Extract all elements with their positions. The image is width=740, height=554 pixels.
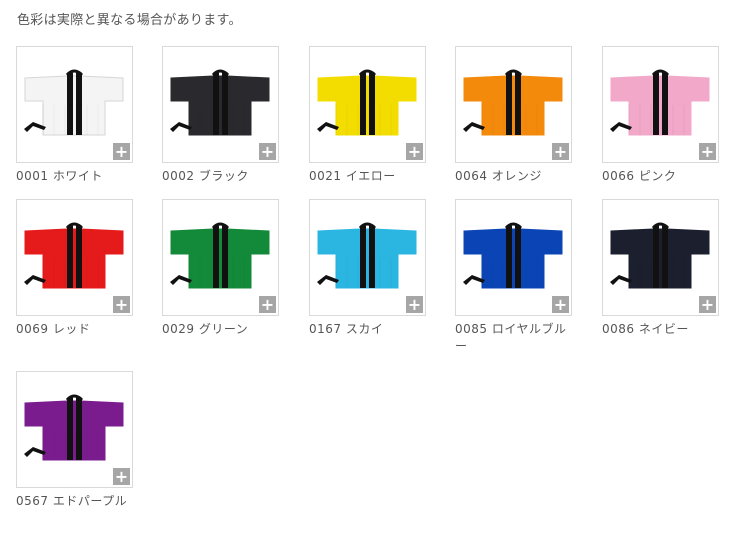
swatch-thumbnail[interactable]: + — [162, 46, 279, 163]
color-disclaimer: 色彩は実際と異なる場合があります。 — [17, 13, 242, 28]
plus-icon[interactable]: + — [552, 296, 569, 313]
plus-icon[interactable]: + — [113, 468, 130, 485]
color-swatch[interactable]: +0086 ネイビー — [602, 199, 719, 338]
swatch-thumbnail[interactable]: + — [16, 371, 133, 488]
swatch-thumbnail[interactable]: + — [162, 199, 279, 316]
swatch-label: 0069 レッド — [16, 322, 91, 336]
swatch-thumbnail[interactable]: + — [455, 199, 572, 316]
swatch-thumbnail[interactable]: + — [602, 46, 719, 163]
color-swatch[interactable]: +0001 ホワイト — [16, 46, 133, 185]
color-swatch[interactable]: +0002 ブラック — [162, 46, 279, 185]
swatch-label: 0085 ロイヤルブルー — [455, 322, 567, 353]
color-swatch[interactable]: +0085 ロイヤルブルー — [455, 199, 572, 355]
swatch-label: 0066 ピンク — [602, 169, 677, 183]
color-swatch[interactable]: +0021 イエロー — [309, 46, 426, 185]
swatch-thumbnail[interactable]: + — [16, 46, 133, 163]
swatch-label: 0021 イエロー — [309, 169, 396, 183]
swatch-label: 0001 ホワイト — [16, 169, 103, 183]
plus-icon[interactable]: + — [113, 296, 130, 313]
plus-icon[interactable]: + — [113, 143, 130, 160]
swatch-thumbnail[interactable]: + — [309, 199, 426, 316]
color-swatch[interactable]: +0069 レッド — [16, 199, 133, 338]
swatch-thumbnail[interactable]: + — [602, 199, 719, 316]
plus-icon[interactable]: + — [259, 143, 276, 160]
swatch-label: 0002 ブラック — [162, 169, 249, 183]
color-swatch[interactable]: +0029 グリーン — [162, 199, 279, 338]
swatch-thumbnail[interactable]: + — [455, 46, 572, 163]
plus-icon[interactable]: + — [699, 296, 716, 313]
swatch-thumbnail[interactable]: + — [16, 199, 133, 316]
swatch-label: 0567 エドパープル — [16, 494, 128, 508]
color-swatch[interactable]: +0167 スカイ — [309, 199, 426, 338]
swatch-label: 0029 グリーン — [162, 322, 249, 336]
color-swatch[interactable]: +0064 オレンジ — [455, 46, 572, 185]
plus-icon[interactable]: + — [552, 143, 569, 160]
plus-icon[interactable]: + — [699, 143, 716, 160]
swatch-label: 0167 スカイ — [309, 322, 384, 336]
plus-icon[interactable]: + — [406, 143, 423, 160]
plus-icon[interactable]: + — [406, 296, 423, 313]
color-swatch[interactable]: +0567 エドパープル — [16, 371, 133, 510]
swatch-label: 0086 ネイビー — [602, 322, 689, 336]
swatch-thumbnail[interactable]: + — [309, 46, 426, 163]
color-swatch[interactable]: +0066 ピンク — [602, 46, 719, 185]
swatch-label: 0064 オレンジ — [455, 169, 542, 183]
plus-icon[interactable]: + — [259, 296, 276, 313]
